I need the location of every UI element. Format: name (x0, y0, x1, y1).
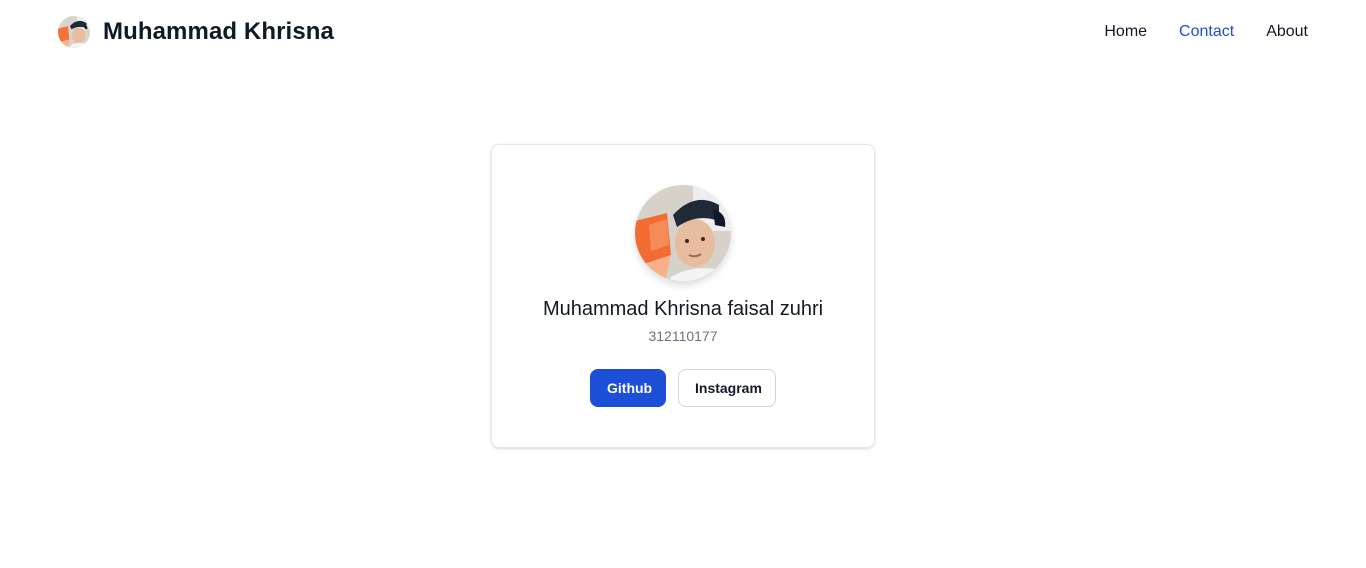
instagram-button[interactable]: Instagram (678, 369, 776, 407)
brand-link[interactable]: Muhammad Khrisna (58, 16, 334, 48)
navbar: Muhammad Khrisna Home Contact About (0, 0, 1366, 66)
profile-card: Muhammad Khrisna faisal zuhri 312110177 … (491, 144, 875, 448)
profile-name: Muhammad Khrisna faisal zuhri (542, 298, 824, 320)
brand-avatar-icon (58, 16, 90, 48)
nav-link-about[interactable]: About (1266, 23, 1308, 40)
avatar-photo-icon (635, 185, 731, 281)
profile-id-number: 312110177 (648, 328, 718, 344)
profile-avatar (635, 185, 731, 281)
nav-links: Home Contact About (1104, 21, 1308, 43)
github-button[interactable]: Github (590, 369, 666, 407)
nav-link-home[interactable]: Home (1104, 23, 1147, 40)
profile-actions: Github Instagram (492, 369, 874, 407)
brand-title: Muhammad Khrisna (103, 18, 334, 45)
nav-link-contact[interactable]: Contact (1179, 23, 1234, 40)
